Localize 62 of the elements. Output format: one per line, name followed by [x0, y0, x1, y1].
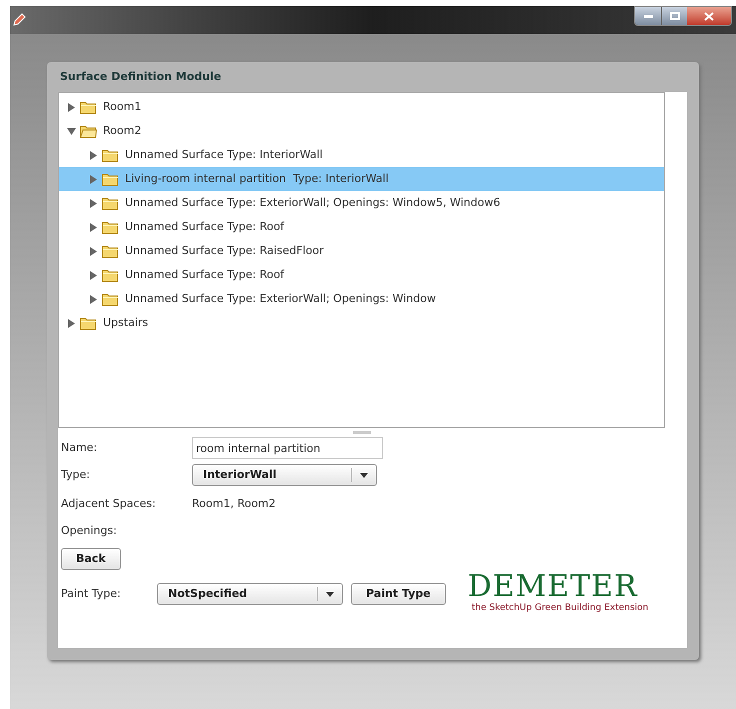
tree-item-label: Unnamed Surface Type: ExteriorWall; Openings: Window [125, 290, 436, 307]
tree-item[interactable]: Unnamed Surface Type: InteriorWall [59, 143, 664, 167]
tree-item[interactable]: Unnamed Surface Type: Roof [59, 263, 664, 287]
folder-icon [80, 100, 97, 114]
adjacent-spaces-label: Adjacent Spaces: [61, 496, 157, 512]
pencil-icon [12, 13, 26, 27]
maximize-button[interactable] [661, 7, 687, 25]
collapsed-arrow-icon[interactable] [89, 150, 98, 160]
close-button[interactable] [687, 7, 731, 25]
folder-icon [80, 316, 97, 330]
collapsed-arrow-icon[interactable] [89, 246, 98, 256]
tree-item-label: Unnamed Surface Type: RaisedFloor [125, 242, 324, 259]
close-icon [704, 12, 714, 20]
tree-item[interactable]: Unnamed Surface Type: ExteriorWall; Openings: Window5, Window6 [59, 191, 664, 215]
folder-icon [102, 292, 119, 306]
collapsed-arrow-icon[interactable] [89, 270, 98, 280]
dropdown-arrow-icon [360, 472, 368, 478]
logo-tagline: the SketchUp Green Building Extension [472, 602, 648, 616]
folder-icon [102, 268, 119, 282]
dropdown-arrow-icon [326, 592, 334, 596]
tree-item-label: Unnamed Surface Type: Roof [125, 218, 284, 235]
collapsed-arrow-icon[interactable] [89, 222, 98, 232]
folder-icon [102, 196, 119, 210]
logo-title: DEMETER [468, 572, 638, 602]
tree-item[interactable]: Room1 [59, 95, 664, 119]
dropdown[interactable]: InteriorWall [192, 464, 377, 486]
resize-handle[interactable] [352, 431, 370, 434]
type-label: Type: [61, 466, 91, 483]
tree-item-label: Upstairs [103, 314, 148, 331]
tree-item[interactable]: Unnamed Surface Type: RaisedFloor [59, 239, 664, 263]
folder-icon [102, 244, 119, 258]
tree-item-label: Unnamed Surface Type: Roof [125, 266, 284, 283]
collapsed-arrow-icon[interactable] [89, 174, 98, 184]
tree-item-label: Room1 [103, 98, 142, 115]
minimize-button[interactable] [635, 7, 661, 25]
open-folder-icon [80, 124, 97, 138]
tree-item[interactable]: Unnamed Surface Type: Roof [59, 215, 664, 239]
collapsed-arrow-icon[interactable] [89, 294, 98, 304]
tree-item[interactable]: Upstairs [59, 311, 664, 335]
openings-label: Openings: [61, 522, 117, 539]
folder-icon [102, 148, 119, 162]
adjacent-spaces-value: Room1, Room2 [192, 496, 276, 512]
panel-title: Surface Definition Module [59, 68, 222, 85]
tree-item-label: Unnamed Surface Type: ExteriorWall; Openings: Window5, Window6 [125, 194, 500, 211]
folder-icon [102, 220, 119, 234]
tree-item[interactable]: Living-room internal partition Type: InteriorWall [59, 167, 664, 191]
collapsed-arrow-icon[interactable] [67, 318, 76, 328]
back-button[interactable]: Back [61, 548, 121, 570]
name-label: Name: [61, 440, 98, 456]
paint-type-button[interactable]: Paint Type [351, 583, 446, 605]
expanded-arrow-icon[interactable] [67, 126, 76, 136]
tree-item[interactable]: Unnamed Surface Type: ExteriorWall; Openings: Window [59, 287, 664, 311]
tree-item[interactable]: Room2 [59, 119, 664, 143]
collapsed-arrow-icon[interactable] [89, 198, 98, 208]
paint-type-label: Paint Type: [61, 586, 122, 602]
name-field[interactable]: room internal partition [192, 437, 383, 459]
tree-item-label: Room2 [103, 122, 142, 139]
tree-item-label: Living-room internal partition Type: InteriorWall [125, 170, 389, 187]
folder-icon [102, 172, 119, 186]
tree-item-label: Unnamed Surface Type: InteriorWall [125, 146, 323, 163]
collapsed-arrow-icon[interactable] [67, 102, 76, 112]
dropdown[interactable]: NotSpecified [157, 583, 343, 605]
